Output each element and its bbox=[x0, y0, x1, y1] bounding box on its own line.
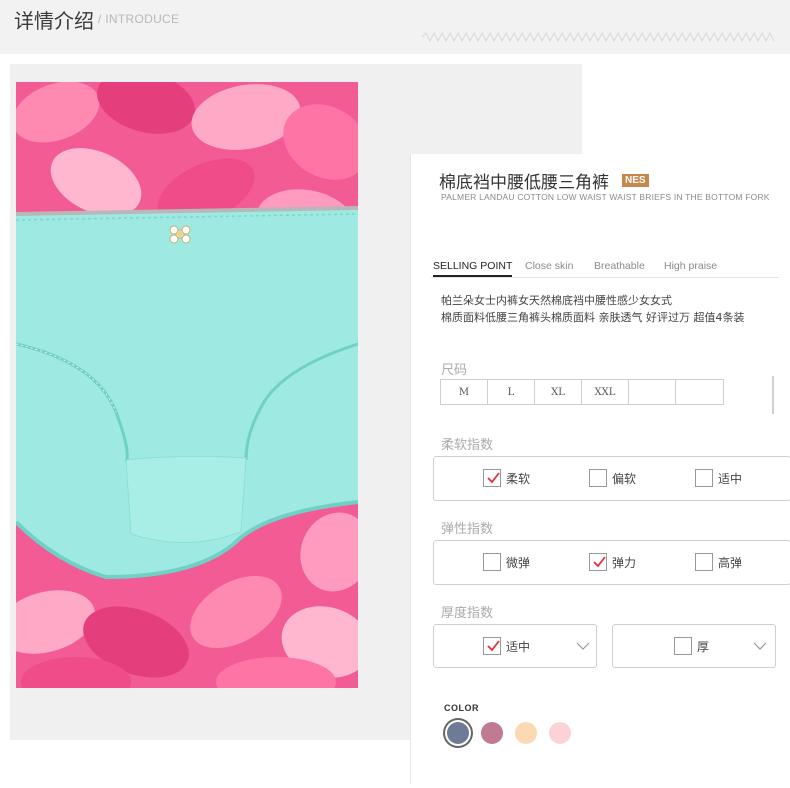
tab-close-skin[interactable]: Close skin bbox=[525, 260, 573, 275]
option-label: 适中 bbox=[506, 639, 531, 654]
section-header: 详情介绍 / INTRODUCE bbox=[0, 0, 790, 54]
zigzag-divider bbox=[422, 32, 775, 42]
thickness-label: 厚度指数 bbox=[441, 606, 494, 621]
product-detail-card: 棉底裆中腰低腰三角裤 NES PALMER LANDAU COTTON LOW … bbox=[410, 154, 790, 784]
checkbox-unchecked[interactable] bbox=[589, 469, 607, 487]
softness-label: 柔软指数 bbox=[441, 438, 494, 453]
size-option-empty[interactable] bbox=[629, 380, 676, 404]
elasticity-options: 微弹 弹力 高弹 bbox=[433, 540, 790, 585]
color-label: COLOR bbox=[444, 703, 479, 713]
tab-selling-point[interactable]: SELLING POINT bbox=[433, 260, 513, 277]
thickness-dropdown-thick[interactable]: 厚 bbox=[612, 624, 776, 668]
elasticity-label: 弹性指数 bbox=[441, 522, 494, 537]
size-option-l[interactable]: L bbox=[488, 380, 535, 404]
checkbox-checked[interactable] bbox=[483, 637, 501, 655]
option-label: 微弹 bbox=[506, 555, 531, 570]
tab-breathable[interactable]: Breathable bbox=[594, 260, 645, 275]
scrollbar[interactable] bbox=[772, 376, 774, 414]
option-label: 偏软 bbox=[612, 471, 637, 486]
softness-option-soft[interactable]: 柔软 bbox=[483, 469, 530, 487]
size-option-m[interactable]: M bbox=[441, 380, 488, 404]
option-label: 高弹 bbox=[718, 555, 743, 570]
softness-option-medium[interactable]: 适中 bbox=[695, 469, 742, 487]
thickness-dropdown-medium[interactable]: 适中 bbox=[433, 624, 597, 668]
product-title: 棉底裆中腰低腰三角裤 bbox=[439, 173, 609, 193]
checkbox-unchecked[interactable] bbox=[483, 553, 501, 571]
color-swatch-slate-blue[interactable] bbox=[447, 722, 469, 744]
checkbox-checked[interactable] bbox=[483, 469, 501, 487]
elasticity-option-high[interactable]: 高弹 bbox=[695, 553, 742, 571]
product-description: 帕兰朵女士内裤女天然棉底裆中腰性感少女女式 棉质面料低腰三角裤头棉质面料 亲肤透… bbox=[441, 292, 745, 326]
thickness-option-thick[interactable]: 厚 bbox=[674, 637, 709, 655]
description-line: 棉质面料低腰三角裤头棉质面料 亲肤透气 好评过万 超值4条装 bbox=[441, 311, 745, 324]
section-subtitle: / INTRODUCE bbox=[98, 12, 180, 26]
elasticity-option-slight[interactable]: 微弹 bbox=[483, 553, 530, 571]
size-option-empty[interactable] bbox=[676, 380, 723, 404]
softness-option-somewhat-soft[interactable]: 偏软 bbox=[589, 469, 636, 487]
size-option-xl[interactable]: XL bbox=[535, 380, 582, 404]
size-option-xxl[interactable]: XXL bbox=[582, 380, 629, 404]
background-strip bbox=[582, 54, 790, 154]
checkbox-checked[interactable] bbox=[589, 553, 607, 571]
option-label: 适中 bbox=[718, 471, 743, 486]
softness-options: 柔软 偏软 适中 bbox=[433, 456, 790, 501]
elasticity-option-stretch[interactable]: 弹力 bbox=[589, 553, 636, 571]
chevron-down-icon[interactable] bbox=[753, 642, 767, 651]
checkbox-unchecked[interactable] bbox=[674, 637, 692, 655]
section-title: 详情介绍 bbox=[14, 9, 94, 33]
feature-tabs: SELLING POINT Close skin Breathable High… bbox=[431, 260, 779, 278]
description-line: 帕兰朵女士内裤女天然棉底裆中腰性感少女女式 bbox=[441, 294, 672, 307]
chevron-down-icon[interactable] bbox=[576, 642, 590, 651]
color-swatch-peach[interactable] bbox=[515, 722, 537, 744]
checkbox-unchecked[interactable] bbox=[695, 469, 713, 487]
brand-badge: NES bbox=[622, 174, 649, 187]
product-subtitle: PALMER LANDAU COTTON LOW WAIST WAIST BRI… bbox=[441, 192, 770, 202]
option-label: 厚 bbox=[697, 639, 710, 654]
product-photo bbox=[16, 82, 358, 688]
size-label: 尺码 bbox=[441, 363, 468, 378]
option-label: 柔软 bbox=[506, 471, 531, 486]
thickness-option-medium[interactable]: 适中 bbox=[483, 637, 530, 655]
color-swatch-light-pink[interactable] bbox=[549, 722, 571, 744]
size-selector: M L XL XXL bbox=[440, 379, 724, 405]
option-label: 弹力 bbox=[612, 555, 637, 570]
checkbox-unchecked[interactable] bbox=[695, 553, 713, 571]
tab-high-praise[interactable]: High praise bbox=[664, 260, 717, 275]
color-swatch-mauve[interactable] bbox=[481, 722, 503, 744]
